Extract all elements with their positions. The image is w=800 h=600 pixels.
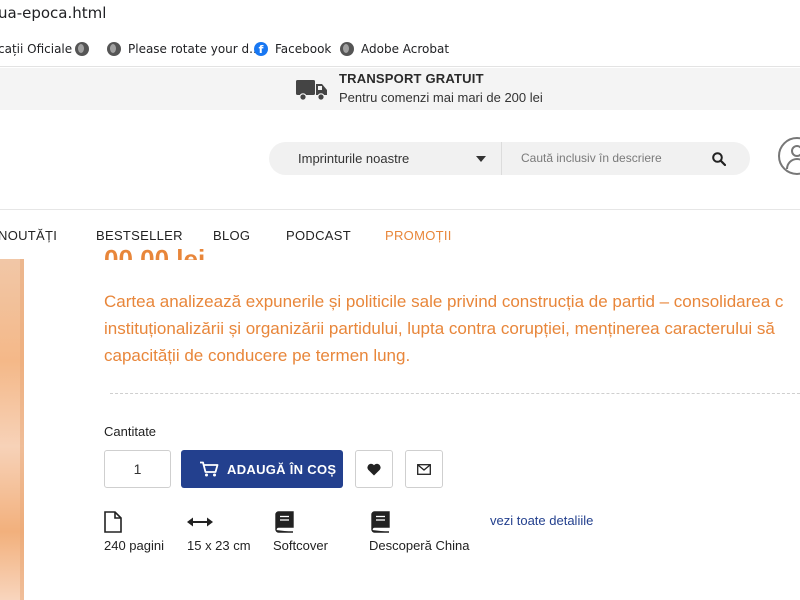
chevron-down-icon[interactable] bbox=[476, 156, 486, 162]
search-bar: Imprinturile noastre Caută inclusiv în d… bbox=[269, 142, 750, 175]
nav-item-noutati[interactable]: NOUTĂȚI bbox=[0, 228, 57, 243]
url-text[interactable]: ua-epoca.html bbox=[0, 4, 106, 22]
cart-icon bbox=[200, 461, 219, 477]
product-price: 00,00 lei bbox=[104, 246, 205, 260]
product-description: Cartea analizează expunerile și politici… bbox=[104, 288, 800, 369]
quantity-label: Cantitate bbox=[104, 424, 157, 439]
search-input[interactable]: Caută inclusiv în descriere bbox=[521, 151, 662, 165]
nav-item-podcast[interactable]: PODCAST bbox=[286, 228, 351, 243]
bookmark-item[interactable] bbox=[75, 40, 96, 58]
add-to-cart-label: ADAUGĂ ÎN COȘ bbox=[227, 461, 337, 477]
user-account-icon[interactable] bbox=[778, 137, 800, 175]
dimensions-icon bbox=[187, 517, 213, 527]
section-divider bbox=[110, 393, 800, 394]
free-shipping-banner: TRANSPORT GRATUIT Pentru comenzi mai mar… bbox=[0, 68, 800, 110]
spec-dimensions: 15 x 23 cm bbox=[187, 510, 251, 553]
spec-label: Descoperă China bbox=[369, 538, 470, 553]
see-all-details-link[interactable]: vezi toate detaliile bbox=[490, 513, 593, 528]
search-icon[interactable] bbox=[712, 152, 726, 166]
bookmarks-bar: cații Oficiale Please rotate your d... f… bbox=[0, 30, 800, 67]
search-divider bbox=[501, 142, 502, 175]
quantity-input[interactable]: 1 bbox=[104, 450, 171, 488]
spec-label: 240 pagini bbox=[104, 538, 164, 553]
email-share-button[interactable] bbox=[405, 450, 443, 488]
category-select[interactable]: Imprinturile noastre bbox=[298, 151, 409, 166]
description-line: instituționalizării și organizării parti… bbox=[104, 319, 775, 338]
wishlist-button[interactable] bbox=[355, 450, 393, 488]
bookmark-label: Please rotate your d... bbox=[128, 42, 261, 56]
envelope-icon bbox=[417, 463, 431, 475]
address-bar[interactable]: ua-epoca.html bbox=[0, 0, 800, 30]
nav-item-blog[interactable]: BLOG bbox=[213, 228, 250, 243]
globe-icon bbox=[107, 42, 121, 56]
globe-icon bbox=[75, 42, 89, 56]
description-line: capacității de conducere pe termen lung. bbox=[104, 346, 411, 365]
banner-subtitle: Pentru comenzi mai mari de 200 lei bbox=[339, 90, 543, 105]
truck-icon bbox=[296, 80, 327, 101]
bookmark-label: Facebook bbox=[275, 42, 332, 56]
add-to-cart-button[interactable]: ADAUGĂ ÎN COȘ bbox=[181, 450, 343, 488]
bookmark-item[interactable]: f Facebook bbox=[254, 40, 331, 58]
spec-label: 15 x 23 cm bbox=[187, 538, 251, 553]
bookmark-item[interactable]: cații Oficiale bbox=[0, 40, 72, 58]
book-icon bbox=[371, 511, 390, 533]
globe-icon bbox=[340, 42, 354, 56]
bookmark-label: Adobe Acrobat bbox=[361, 42, 450, 56]
page-icon bbox=[104, 511, 122, 533]
bookmark-item[interactable]: Please rotate your d... bbox=[107, 40, 261, 58]
heart-icon bbox=[367, 463, 381, 475]
site-header: Imprinturile noastre Caută inclusiv în d… bbox=[0, 110, 800, 210]
spec-cover: Softcover bbox=[273, 510, 328, 553]
facebook-icon: f bbox=[254, 42, 268, 56]
nav-item-bestseller[interactable]: BESTSELLER bbox=[96, 228, 183, 243]
banner-title: TRANSPORT GRATUIT bbox=[339, 71, 484, 86]
description-line: Cartea analizează expunerile și politici… bbox=[104, 292, 784, 311]
bookmark-item[interactable]: Adobe Acrobat bbox=[340, 40, 449, 58]
book-icon bbox=[275, 511, 294, 533]
user-shoulders-shape bbox=[786, 158, 800, 169]
bookmark-label: cații Oficiale bbox=[0, 42, 73, 56]
nav-item-promotii[interactable]: PROMOȚII bbox=[385, 228, 452, 243]
user-head-shape bbox=[791, 145, 800, 157]
spec-pages: 240 pagini bbox=[104, 510, 164, 553]
spec-collection: Descoperă China bbox=[369, 510, 469, 553]
spec-label: Softcover bbox=[273, 538, 328, 553]
product-image[interactable] bbox=[0, 259, 24, 600]
